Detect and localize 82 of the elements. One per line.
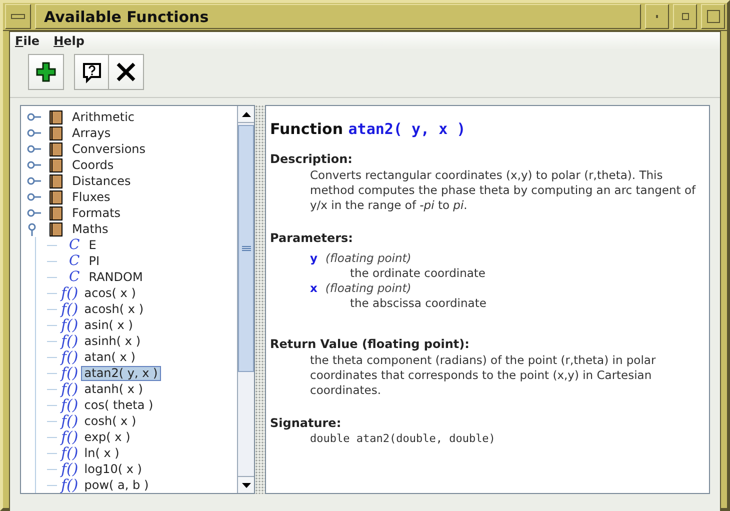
tree-item[interactable]: asin( x ) [81, 318, 136, 332]
folder-icon [49, 126, 63, 140]
tree-item[interactable]: atan( x ) [81, 350, 138, 364]
tree-item[interactable]: Coords [69, 158, 117, 172]
window-menu-icon[interactable] [11, 14, 25, 19]
menu-item[interactable]: Help [54, 34, 84, 50]
menu-item[interactable]: File [15, 34, 40, 50]
tree-item[interactable]: RANDOM [86, 270, 146, 284]
close-icon [114, 60, 138, 84]
tree-item[interactable]: ln( x ) [81, 446, 122, 460]
tree-item[interactable]: Formats [69, 206, 124, 220]
function-icon: f() [61, 461, 78, 477]
section-heading: Description: [270, 152, 354, 166]
parameter-name: y [310, 251, 318, 265]
close-window-button[interactable] [701, 4, 725, 29]
section-heading: Return Value (floating point): [270, 337, 470, 351]
section-text: Converts rectangular coordinates (x,y) to polar (r,theta). This method computes the phase theta by computing an arc tangent of y/x in the range of -pi to pi. [310, 168, 697, 213]
function-icon: f() [61, 445, 78, 461]
plus-icon [34, 60, 58, 84]
scroll-thumb[interactable] [238, 125, 254, 372]
up-arrow-icon[interactable] [242, 112, 250, 116]
tree-item[interactable]: Distances [69, 174, 134, 188]
close-window-icon[interactable] [706, 10, 720, 23]
tree-item[interactable]: acos( x ) [81, 286, 139, 300]
help-icon [80, 60, 104, 84]
tree-item[interactable]: exp( x ) [81, 430, 134, 444]
function-icon: f() [61, 381, 78, 397]
window-menu-button[interactable] [5, 4, 31, 29]
section-heading: Signature: [270, 416, 342, 430]
tree-item[interactable]: Arithmetic [69, 110, 138, 124]
folder-icon [49, 110, 63, 124]
tree-item[interactable]: cos( theta ) [81, 398, 156, 412]
folder-icon [49, 142, 63, 156]
help-button[interactable] [74, 54, 110, 90]
tree-item[interactable]: PI [86, 254, 102, 268]
function-heading: Function atan2( y, x ) [270, 120, 467, 138]
section-text: the theta component (radians) of the point (r,theta) in polar coordinates that corresponds to the point (x,y) in Cartesian coordinates. [310, 353, 657, 398]
tree-item[interactable]: Maths [69, 222, 112, 236]
constant-icon: C [69, 269, 80, 285]
minimize-button[interactable] [645, 4, 669, 29]
tree-item[interactable]: Arrays [69, 126, 114, 140]
constant-icon: C [69, 253, 80, 269]
function-icon: f() [61, 285, 78, 301]
function-icon: f() [61, 333, 78, 349]
parameter-name: x [310, 281, 318, 295]
scrollbar[interactable] [237, 106, 254, 493]
tree-item[interactable]: asinh( x ) [81, 334, 144, 348]
function-icon: f() [61, 365, 78, 381]
function-icon: f() [61, 301, 78, 317]
tree-item[interactable]: cosh( x ) [81, 414, 140, 428]
folder-icon [49, 190, 63, 204]
function-icon: f() [61, 477, 78, 493]
folder-icon [49, 206, 63, 220]
function-icon: f() [61, 429, 78, 445]
folder-icon [49, 174, 63, 188]
maximize-button[interactable] [673, 4, 697, 29]
parameter-type: (floating point) [325, 281, 412, 295]
down-arrow-icon[interactable] [242, 482, 250, 488]
add-button[interactable] [28, 54, 64, 90]
parameter-description: the ordinate coordinate [350, 266, 486, 281]
tree-item[interactable]: atanh( x ) [81, 382, 146, 396]
parameter-type: (floating point) [326, 251, 412, 265]
constant-icon: C [69, 237, 80, 253]
maximize-icon[interactable] [682, 13, 688, 20]
close-button[interactable] [108, 54, 144, 90]
tree-item[interactable]: pow( a, b ) [81, 478, 152, 492]
signature-text: double atan2(double, double) [310, 432, 496, 445]
parameter-description: the abscissa coordinate [350, 296, 488, 311]
function-icon: f() [61, 397, 78, 413]
window-title: Available Functions [35, 4, 641, 29]
folder-icon [49, 158, 63, 172]
tree-item[interactable]: acosh( x ) [81, 302, 147, 316]
tree-item[interactable]: Conversions [69, 142, 149, 156]
tree-item[interactable]: log10( x ) [81, 462, 145, 476]
function-icon: f() [61, 413, 78, 429]
function-icon: f() [61, 317, 78, 333]
folder-icon [49, 222, 63, 236]
function-icon: f() [61, 349, 78, 365]
section-heading: Parameters: [270, 231, 354, 245]
tree-item[interactable]: atan2( y, x ) [81, 366, 161, 380]
tree-item[interactable]: E [86, 238, 100, 252]
tree-item[interactable]: Fluxes [69, 190, 114, 204]
